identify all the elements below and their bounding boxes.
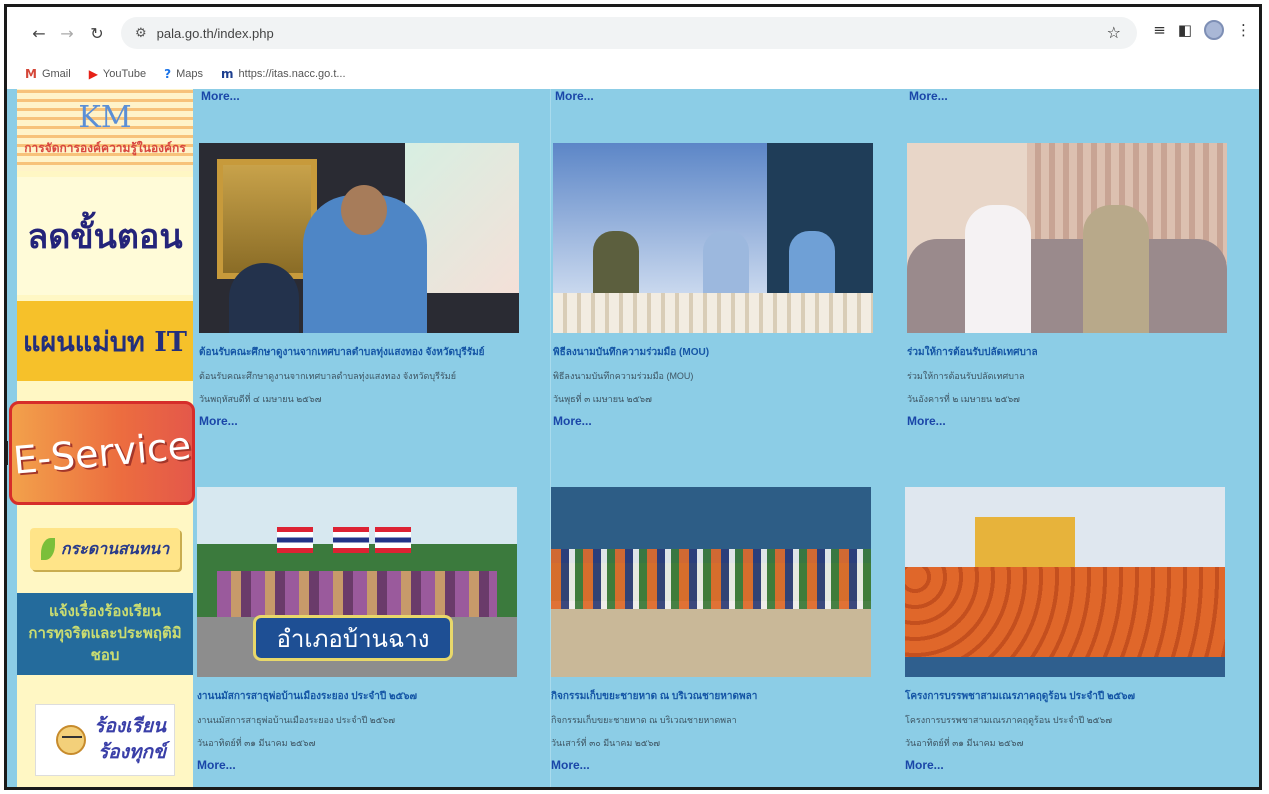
- toolbar-actions: ≡ ◧ ⋮: [1153, 20, 1251, 40]
- news-date: วันเสาร์ที่ ๓๐ มีนาคม ๒๕๖๗: [551, 738, 661, 748]
- browser-window: ← → ↻ ⚙ pala.go.th/index.php ☆ ≡ ◧ ⋮ M G…: [4, 4, 1262, 790]
- news-description: ต้อนรับคณะศึกษาดูงานจากเทศบาลตำบลทุ่งแสง…: [199, 371, 456, 381]
- more-link[interactable]: More...: [555, 89, 594, 103]
- edge-marker: [7, 441, 8, 465]
- news-description: กิจกรรมเก็บขยะชายหาด ณ บริเวณชายหาดพลา: [551, 715, 737, 725]
- complaint-label: ร้องเรียน ร้องทุกข์: [94, 714, 166, 766]
- page-content: KM การจัดการองค์ความรู้ในองค์กร ลดขั้นตอ…: [7, 89, 1259, 787]
- megaphone-mascot-icon: [56, 725, 87, 755]
- news-date: วันพฤหัสบดีที่ ๔ เมษายน ๒๕๖๗: [199, 394, 322, 404]
- more-link[interactable]: More...: [197, 758, 517, 772]
- bookmark-label: Gmail: [41, 68, 71, 80]
- it-master-plan-label: แผนแม่บท IT: [23, 326, 187, 358]
- eservice-label: E-Service: [11, 423, 193, 483]
- news-title[interactable]: พิธีลงนามบันทึกความร่วมมือ (MOU): [553, 345, 873, 360]
- bookmark-star-icon[interactable]: ☆: [1107, 23, 1121, 42]
- news-card: โครงการบรรพชาสามเณรภาคฤดูร้อน ประจำปี ๒๕…: [905, 487, 1225, 772]
- news-title[interactable]: โครงการบรรพชาสามเณรภาคฤดูร้อน ประจำปี ๒๕…: [905, 689, 1225, 704]
- news-photo[interactable]: [905, 487, 1225, 677]
- news-photo[interactable]: อำเภอบ้านฉาง: [197, 487, 517, 677]
- sidebar-banner-webboard[interactable]: กระดานสนทนา: [17, 513, 193, 585]
- bookmark-label: YouTube: [102, 68, 147, 80]
- news-date: วันพุธที่ ๓ เมษายน ๒๕๖๗: [553, 394, 652, 404]
- news-photo[interactable]: [551, 487, 871, 677]
- news-description: ร่วมให้การต้อนรับปลัดเทศบาล: [907, 371, 1025, 381]
- forward-arrow-icon[interactable]: →: [53, 19, 81, 47]
- corruption-report-line1: แจ้งเรื่องร้องเรียน: [49, 603, 161, 620]
- km-title: KM: [78, 99, 132, 135]
- sidebar-banner-km[interactable]: KM การจัดการองค์ความรู้ในองค์กร: [17, 89, 193, 171]
- reduce-steps-label: ลดขั้นตอน: [27, 217, 183, 257]
- youtube-icon: ▶: [88, 67, 98, 81]
- menu-dots-icon[interactable]: ⋮: [1236, 21, 1251, 39]
- news-date: วันอาทิตย์ที่ ๓๑ มีนาคม ๒๕๖๗: [905, 738, 1024, 748]
- bookmarks-bar: M Gmail ▶ YouTube ? Maps m https://itas.…: [7, 59, 1259, 89]
- more-link[interactable]: More...: [909, 89, 948, 103]
- corruption-report-line2: การทุจริตและประพฤติมิชอบ: [28, 625, 182, 664]
- webboard-paper: กระดานสนทนา: [30, 528, 180, 570]
- side-panel-icon[interactable]: ◧: [1178, 21, 1192, 39]
- profile-avatar[interactable]: [1204, 20, 1224, 40]
- news-photo[interactable]: [907, 143, 1227, 333]
- complaint-line2: ร้องทุกข์: [98, 742, 166, 763]
- news-description: พิธีลงนามบันทึกความร่วมมือ (MOU): [553, 371, 694, 381]
- news-title[interactable]: งานนมัสการสาธุพ่อบ้านเมืองระยอง ประจำปี …: [197, 689, 517, 704]
- sidebar-banner-reduce-steps[interactable]: ลดขั้นตอน: [17, 177, 193, 295]
- complaint-line1: ร้องเรียน: [94, 716, 166, 737]
- sidebar-banner-corruption-report[interactable]: แจ้งเรื่องร้องเรียน การทุจริตและประพฤติม…: [17, 593, 193, 675]
- news-date: วันอังคารที่ ๒ เมษายน ๒๕๖๗: [907, 394, 1020, 404]
- sidebar-banner-eservice[interactable]: E-Service: [9, 401, 195, 505]
- url-text: pala.go.th/index.php: [156, 25, 274, 41]
- complaint-card: ร้องเรียน ร้องทุกข์: [35, 704, 175, 776]
- sidebar-banner-it-master-plan[interactable]: แผนแม่บท IT: [17, 301, 193, 381]
- more-link[interactable]: More...: [551, 758, 871, 772]
- more-link[interactable]: More...: [201, 89, 240, 103]
- photo-banner-text: อำเภอบ้านฉาง: [253, 615, 453, 661]
- news-card: พิธีลงนามบันทึกความร่วมมือ (MOU) พิธีลงน…: [553, 143, 873, 428]
- back-arrow-icon[interactable]: ←: [25, 19, 53, 47]
- news-title[interactable]: ต้อนรับคณะศึกษาดูงานจากเทศบาลตำบลทุ่งแสง…: [199, 345, 519, 360]
- news-card: ร่วมให้การต้อนรับปลัดเทศบาล ร่วมให้การต้…: [907, 143, 1227, 428]
- sidebar: KM การจัดการองค์ความรู้ในองค์กร ลดขั้นตอ…: [9, 89, 195, 787]
- more-link[interactable]: More...: [553, 414, 873, 428]
- itas-icon: m: [221, 67, 234, 81]
- news-title[interactable]: ร่วมให้การต้อนรับปลัดเทศบาล: [907, 345, 1227, 360]
- news-description: โครงการบรรพชาสามเณรภาคฤดูร้อน ประจำปี ๒๕…: [905, 715, 1112, 725]
- news-title[interactable]: กิจกรรมเก็บขยะชายหาด ณ บริเวณชายหาดพลา: [551, 689, 871, 704]
- more-link[interactable]: More...: [905, 758, 1225, 772]
- news-photo[interactable]: [199, 143, 519, 333]
- more-link[interactable]: More...: [199, 414, 519, 428]
- browser-toolbar: ← → ↻ ⚙ pala.go.th/index.php ☆ ≡ ◧ ⋮: [7, 7, 1259, 59]
- bookmark-gmail[interactable]: M Gmail: [25, 67, 71, 81]
- more-link[interactable]: More...: [907, 414, 1227, 428]
- news-description: งานนมัสการสาธุพ่อบ้านเมืองระยอง ประจำปี …: [197, 715, 396, 725]
- news-card: อำเภอบ้านฉาง งานนมัสการสาธุพ่อบ้านเมืองร…: [197, 487, 517, 772]
- news-card: ต้อนรับคณะศึกษาดูงานจากเทศบาลตำบลทุ่งแสง…: [199, 143, 519, 428]
- bookmark-maps[interactable]: ? Maps: [164, 67, 203, 81]
- maps-icon: ?: [164, 67, 172, 81]
- news-date: วันอาทิตย์ที่ ๓๑ มีนาคม ๒๕๖๗: [197, 738, 316, 748]
- gmail-icon: M: [25, 67, 37, 81]
- site-info-icon[interactable]: ⚙: [135, 26, 147, 41]
- reload-icon[interactable]: ↻: [83, 19, 111, 47]
- address-bar[interactable]: ⚙ pala.go.th/index.php ☆: [121, 17, 1137, 49]
- bookmark-youtube[interactable]: ▶ YouTube: [89, 67, 146, 81]
- media-controls-icon[interactable]: ≡: [1153, 21, 1166, 39]
- leaf-icon: [40, 538, 55, 560]
- sidebar-banner-complaints[interactable]: ร้องเรียน ร้องทุกข์: [17, 687, 193, 787]
- news-card: กิจกรรมเก็บขยะชายหาด ณ บริเวณชายหาดพลา ก…: [551, 487, 871, 772]
- webboard-label: กระดานสนทนา: [60, 540, 170, 558]
- km-subtitle: การจัดการองค์ความรู้ในองค์กร: [24, 140, 186, 155]
- news-photo[interactable]: [553, 143, 873, 333]
- bookmark-itas[interactable]: m https://itas.nacc.go.t...: [221, 67, 346, 81]
- bookmark-label: Maps: [176, 68, 204, 80]
- bookmark-label: https://itas.nacc.go.t...: [238, 68, 346, 80]
